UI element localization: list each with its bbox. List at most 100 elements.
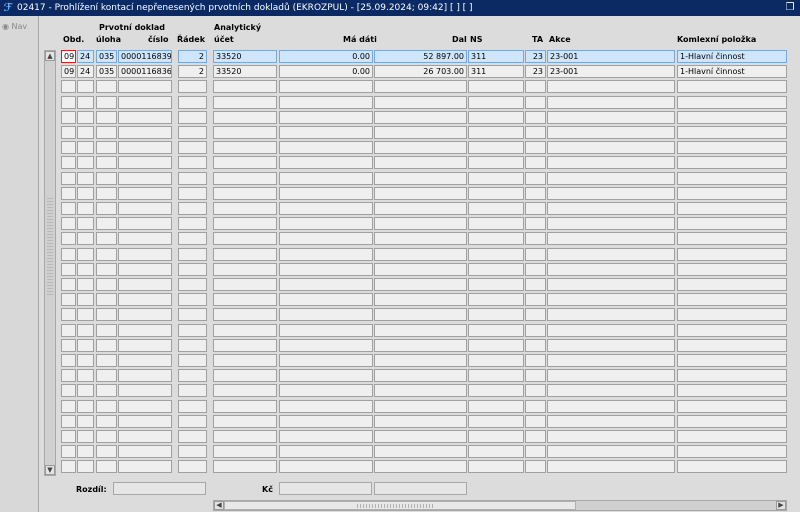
cell-komplexni-polozka[interactable] xyxy=(677,354,787,367)
cell-obdobi-rok[interactable] xyxy=(77,278,94,291)
cell-komplexni-polozka[interactable] xyxy=(677,187,787,200)
cell-ns[interactable] xyxy=(468,460,524,473)
nav-toggle[interactable]: ◉ Nav xyxy=(2,22,27,31)
cell-obdobi-mesic[interactable] xyxy=(61,400,76,413)
cell-radek[interactable] xyxy=(178,278,207,291)
cell-cislo[interactable] xyxy=(118,278,172,291)
cell-komplexni-polozka[interactable] xyxy=(677,369,787,382)
cell-akce[interactable] xyxy=(547,111,675,124)
horizontal-scrollbar-thumb[interactable] xyxy=(224,501,576,510)
cell-ns[interactable] xyxy=(468,384,524,397)
cell-komplexni-polozka[interactable] xyxy=(677,308,787,321)
cell-uloha[interactable] xyxy=(96,293,117,306)
cell-ns[interactable] xyxy=(468,445,524,458)
cell-komplexni-polozka[interactable]: 1-Hlavní činnost xyxy=(677,65,787,78)
cell-radek[interactable] xyxy=(178,400,207,413)
cell-ucet[interactable] xyxy=(213,430,277,443)
cell-obdobi-mesic[interactable] xyxy=(61,217,76,230)
scroll-right-arrow-icon[interactable]: ▶ xyxy=(776,501,786,510)
cell-ns[interactable] xyxy=(468,96,524,109)
cell-ucet[interactable] xyxy=(213,339,277,352)
cell-dal[interactable] xyxy=(374,187,467,200)
cell-dal[interactable] xyxy=(374,460,467,473)
cell-ta[interactable] xyxy=(525,141,546,154)
cell-dal[interactable] xyxy=(374,400,467,413)
cell-ns[interactable] xyxy=(468,80,524,93)
cell-obdobi-mesic[interactable]: 09 xyxy=(61,65,76,78)
cell-obdobi-mesic[interactable] xyxy=(61,430,76,443)
cell-komplexni-polozka[interactable] xyxy=(677,445,787,458)
cell-radek[interactable] xyxy=(178,232,207,245)
cell-ma-dati[interactable] xyxy=(279,278,373,291)
cell-obdobi-rok[interactable] xyxy=(77,248,94,261)
cell-ma-dati[interactable] xyxy=(279,232,373,245)
cell-akce[interactable] xyxy=(547,172,675,185)
cell-komplexni-polozka[interactable] xyxy=(677,263,787,276)
cell-radek[interactable] xyxy=(178,111,207,124)
cell-dal[interactable] xyxy=(374,141,467,154)
cell-radek[interactable] xyxy=(178,141,207,154)
cell-cislo[interactable] xyxy=(118,400,172,413)
cell-ucet[interactable] xyxy=(213,384,277,397)
cell-dal[interactable] xyxy=(374,80,467,93)
cell-uloha[interactable] xyxy=(96,232,117,245)
cell-cislo[interactable] xyxy=(118,96,172,109)
cell-radek[interactable] xyxy=(178,339,207,352)
cell-akce[interactable] xyxy=(547,248,675,261)
cell-dal[interactable] xyxy=(374,415,467,428)
cell-cislo[interactable] xyxy=(118,460,172,473)
cell-ma-dati[interactable] xyxy=(279,96,373,109)
cell-akce[interactable] xyxy=(547,278,675,291)
cell-ucet[interactable] xyxy=(213,460,277,473)
cell-obdobi-mesic[interactable] xyxy=(61,232,76,245)
cell-obdobi-mesic[interactable] xyxy=(61,111,76,124)
cell-cislo[interactable] xyxy=(118,111,172,124)
cell-ma-dati[interactable] xyxy=(279,80,373,93)
cell-ta[interactable] xyxy=(525,430,546,443)
cell-dal[interactable] xyxy=(374,339,467,352)
cell-uloha[interactable] xyxy=(96,126,117,139)
cell-ta[interactable] xyxy=(525,278,546,291)
cell-ucet[interactable] xyxy=(213,293,277,306)
cell-akce[interactable] xyxy=(547,354,675,367)
cell-komplexni-polozka[interactable] xyxy=(677,400,787,413)
cell-ns[interactable] xyxy=(468,278,524,291)
cell-ns[interactable] xyxy=(468,111,524,124)
cell-ma-dati[interactable] xyxy=(279,460,373,473)
cell-ma-dati[interactable] xyxy=(279,248,373,261)
cell-obdobi-mesic[interactable] xyxy=(61,324,76,337)
cell-obdobi-mesic[interactable] xyxy=(61,172,76,185)
cell-obdobi-mesic[interactable] xyxy=(61,248,76,261)
cell-obdobi-mesic[interactable] xyxy=(61,141,76,154)
cell-ns[interactable] xyxy=(468,141,524,154)
cell-komplexni-polozka[interactable] xyxy=(677,232,787,245)
cell-uloha[interactable]: 035 xyxy=(96,50,117,63)
cell-ma-dati[interactable] xyxy=(279,217,373,230)
cell-akce[interactable] xyxy=(547,308,675,321)
restore-window-icon[interactable]: ❐ xyxy=(784,2,796,14)
cell-ta[interactable] xyxy=(525,415,546,428)
cell-obdobi-mesic[interactable] xyxy=(61,187,76,200)
cell-cislo[interactable] xyxy=(118,430,172,443)
cell-ta[interactable] xyxy=(525,248,546,261)
cell-ta[interactable] xyxy=(525,400,546,413)
cell-komplexni-polozka[interactable] xyxy=(677,430,787,443)
cell-ns[interactable]: 311 xyxy=(468,65,524,78)
cell-obdobi-rok[interactable] xyxy=(77,217,94,230)
cell-ns[interactable] xyxy=(468,354,524,367)
cell-akce[interactable] xyxy=(547,324,675,337)
cell-akce[interactable] xyxy=(547,141,675,154)
cell-uloha[interactable]: 035 xyxy=(96,65,117,78)
cell-radek[interactable] xyxy=(178,156,207,169)
cell-komplexni-polozka[interactable] xyxy=(677,96,787,109)
cell-dal[interactable] xyxy=(374,126,467,139)
cell-uloha[interactable] xyxy=(96,430,117,443)
cell-radek[interactable] xyxy=(178,369,207,382)
cell-akce[interactable] xyxy=(547,217,675,230)
cell-obdobi-mesic[interactable] xyxy=(61,339,76,352)
cell-akce[interactable] xyxy=(547,460,675,473)
cell-radek[interactable]: 2 xyxy=(178,65,207,78)
vertical-scrollbar[interactable]: ▲ ▼ xyxy=(44,50,56,476)
cell-obdobi-mesic[interactable] xyxy=(61,293,76,306)
cell-ma-dati[interactable] xyxy=(279,293,373,306)
